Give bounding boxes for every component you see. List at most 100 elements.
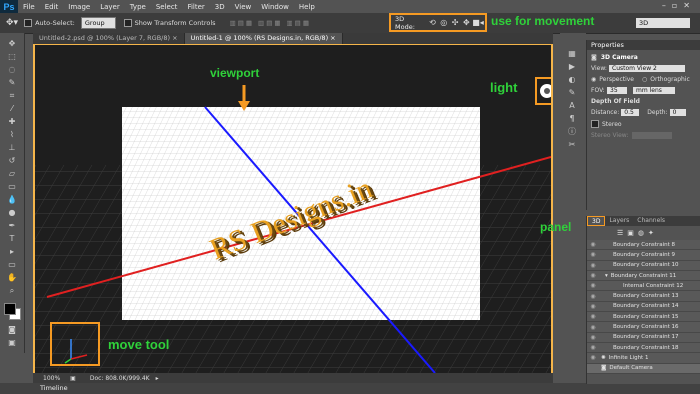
marquee-tool-icon[interactable]: ⬚ [0, 50, 24, 63]
menu-edit[interactable]: Edit [40, 3, 64, 11]
filter-mesh-icon[interactable]: ▣ [627, 229, 638, 237]
properties-tab[interactable]: Properties [587, 40, 700, 50]
actions-panel-icon[interactable]: ▶ [560, 60, 584, 73]
eye-icon[interactable]: ◉ [587, 241, 599, 248]
menu-file[interactable]: File [18, 3, 40, 11]
eye-icon[interactable]: ◉ [587, 262, 599, 269]
status-arrow-icon[interactable]: ▸ [156, 375, 159, 382]
filter-material-icon[interactable]: ◍ [638, 229, 648, 237]
quick-mask-icon[interactable]: ◙ [0, 323, 24, 336]
brush-tool-icon[interactable]: ⌇ [0, 128, 24, 141]
eraser-tool-icon[interactable]: ▱ [0, 167, 24, 180]
fov-input[interactable]: 35 [607, 87, 627, 94]
move-tool-icon[interactable]: ✥ [0, 37, 24, 50]
align-icons[interactable]: ▥▤▦ ▥▤▦ ▥▤▦ [230, 19, 311, 27]
healing-tool-icon[interactable]: ✚ [0, 115, 24, 128]
distance-input[interactable]: 0.5 [621, 109, 640, 116]
eye-icon[interactable]: ◉ [587, 272, 599, 279]
pen-tool-icon[interactable]: ✒ [0, 219, 24, 232]
menu-view[interactable]: View [230, 3, 257, 11]
timeline-tab[interactable]: Timeline [0, 383, 700, 394]
viewport[interactable]: RS Designs.in RS Designs.in RS Designs.i… [33, 44, 553, 373]
menu-image[interactable]: Image [63, 3, 95, 11]
type-tool-icon[interactable]: T [0, 232, 24, 245]
tab-untitled-1[interactable]: Untitled-1 @ 100% (RS Designs.in, RGB/8)… [184, 33, 343, 44]
quick-select-tool-icon[interactable]: ✎ [0, 76, 24, 89]
tab-channels[interactable]: Channels [633, 216, 669, 226]
move-tool-preset-icon[interactable]: ✥▾ [6, 18, 18, 28]
lasso-tool-icon[interactable]: ◌ [0, 63, 24, 76]
shape-tool-icon[interactable]: ▭ [0, 258, 24, 271]
auto-select-dropdown[interactable]: Group [80, 17, 116, 29]
roll-icon[interactable]: ◎ [439, 18, 448, 28]
list-item[interactable]: ◉ Boundary Constraint 14 [587, 301, 700, 313]
perspective-radio[interactable]: ◉ [591, 76, 596, 83]
list-item[interactable]: ◉ Boundary Constraint 9 [587, 250, 700, 261]
info-panel-icon[interactable]: ⓘ [560, 125, 584, 138]
list-item[interactable]: ◉ Boundary Constraint 18 [587, 342, 700, 354]
transform-controls-checkbox[interactable]: Show Transform Controls [123, 19, 216, 27]
filter-light-icon[interactable]: ✦ [648, 229, 658, 237]
stereo-view-dropdown[interactable] [632, 132, 673, 139]
tool-presets-icon[interactable]: ✂ [560, 138, 584, 151]
stamp-tool-icon[interactable]: ⊥ [0, 141, 24, 154]
slide-icon[interactable]: ✥ [462, 18, 471, 28]
zoom-tool-icon[interactable]: ⌕ [0, 284, 24, 297]
hand-tool-icon[interactable]: ✋ [0, 271, 24, 284]
tab-3d[interactable]: 3D [587, 216, 606, 226]
fov-unit-dropdown[interactable]: mm lens [633, 87, 675, 94]
list-item[interactable]: ◉ Boundary Constraint 13 [587, 291, 700, 302]
list-item[interactable]: ◉ Boundary Constraint 15 [587, 312, 700, 323]
menu-select[interactable]: Select [151, 3, 183, 11]
orthographic-radio[interactable]: ○ [642, 76, 647, 83]
list-item[interactable]: ◉ Boundary Constraint 17 [587, 332, 700, 343]
filter-scene-icon[interactable]: ☰ [617, 229, 627, 237]
window-controls[interactable]: –▫✕ [662, 1, 696, 10]
tab-layers[interactable]: Layers [605, 216, 633, 226]
history-panel-icon[interactable]: ▦ [560, 47, 584, 60]
list-item[interactable]: ◉ Boundary Constraint 8 [587, 240, 700, 251]
list-item[interactable]: ◉ ▾ Boundary Constraint 11 [587, 270, 700, 282]
pan-icon[interactable]: ✣ [450, 18, 459, 28]
list-item[interactable]: ◉ Internal Constraint 12 [587, 281, 700, 292]
eyedropper-tool-icon[interactable]: ⁄ [0, 102, 24, 115]
eye-icon[interactable]: ◉ [587, 313, 599, 320]
foreground-color-swatch[interactable] [4, 303, 16, 315]
status-icon[interactable]: ▣ [70, 375, 76, 382]
menu-type[interactable]: Type [125, 3, 151, 11]
brush-panel-icon[interactable]: ✎ [560, 86, 584, 99]
tab-untitled-2[interactable]: Untitled-2.psd @ 100% (Layer 7, RGB/8) × [33, 33, 185, 44]
menu-window[interactable]: Window [256, 3, 294, 11]
eye-icon[interactable]: ◉ [587, 303, 599, 310]
view-dropdown[interactable]: Custom View 2 [609, 65, 685, 72]
adjustments-panel-icon[interactable]: ◐ [560, 73, 584, 86]
list-item[interactable]: ◉ ✺ Infinite Light 1 [587, 353, 700, 364]
zoom-level[interactable]: 100% [43, 375, 60, 382]
dodge-tool-icon[interactable]: ● [0, 206, 24, 219]
list-item[interactable]: ◉ Boundary Constraint 16 [587, 322, 700, 333]
menu-help[interactable]: Help [294, 3, 320, 11]
eye-icon[interactable]: ◉ [587, 334, 599, 341]
character-panel-icon[interactable]: A [560, 99, 584, 112]
depth-input[interactable]: 0 [669, 109, 686, 116]
eye-icon[interactable]: ◉ [587, 324, 599, 331]
menu-layer[interactable]: Layer [95, 3, 125, 11]
crop-tool-icon[interactable]: ⌗ [0, 89, 24, 102]
menu-3d[interactable]: 3D [210, 3, 230, 11]
menu-filter[interactable]: Filter [182, 3, 209, 11]
auto-select-checkbox[interactable]: Auto-Select: [24, 19, 75, 27]
eye-icon[interactable]: ◉ [587, 251, 599, 258]
eye-icon[interactable]: ◉ [587, 344, 599, 351]
eye-icon[interactable]: ◉ [587, 354, 599, 361]
path-select-tool-icon[interactable]: ▸ [0, 245, 24, 258]
eye-icon[interactable]: ◉ [587, 293, 599, 300]
list-item[interactable]: ◉ Boundary Constraint 10 [587, 260, 700, 271]
stereo-checkbox[interactable] [591, 120, 599, 128]
expand-icon[interactable]: ▾ [605, 273, 608, 279]
view-select[interactable]: 3D [636, 18, 690, 28]
paragraph-panel-icon[interactable]: ¶ [560, 112, 584, 125]
zoom-camera-icon[interactable]: ■◂ [472, 18, 484, 28]
list-item[interactable]: ◙ Default Camera [587, 363, 700, 374]
eye-icon[interactable]: ◉ [587, 282, 599, 289]
color-swatches[interactable] [0, 301, 24, 323]
